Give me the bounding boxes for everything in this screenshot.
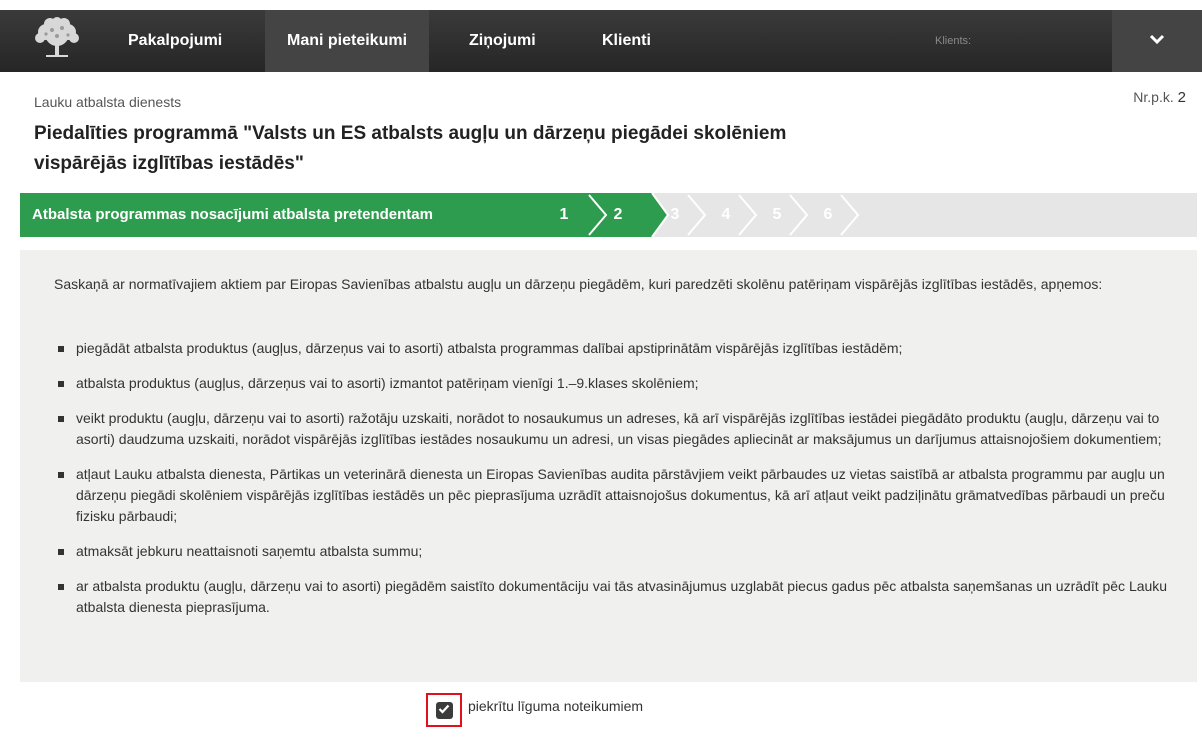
step-1[interactable]: 1 <box>554 193 574 237</box>
wizard-steps-bar: Atbalsta programmas nosacījumi atbalsta … <box>20 193 1197 237</box>
list-item: atļaut Lauku atbalsta dienesta, Pārtikas… <box>58 464 1168 527</box>
client-label: Klients: <box>935 35 972 47</box>
nav-item-pakalpojumi[interactable]: Pakalpojumi <box>106 10 244 72</box>
square-bullet-icon <box>58 416 64 422</box>
top-navbar: Pakalpojumi Mani pieteikumi Ziņojumi Kli… <box>0 0 1202 72</box>
list-item: atbalsta produktus (augļus, dārzeņus vai… <box>58 373 1168 394</box>
checkmark-icon <box>438 701 450 719</box>
oak-tree-logo-icon[interactable] <box>22 16 92 64</box>
agreement-row: piekrītu līguma noteikumiem <box>426 693 643 727</box>
step-2[interactable]: 2 <box>608 193 628 237</box>
square-bullet-icon <box>58 549 64 555</box>
agreement-checkbox-highlight[interactable] <box>426 693 462 727</box>
list-item-text: atmaksāt jebkuru neattaisnoti saņemtu at… <box>76 543 423 559</box>
client-dropdown-button[interactable] <box>1112 10 1202 72</box>
step-6[interactable]: 6 <box>818 193 838 237</box>
nav-item-klienti[interactable]: Klienti <box>580 10 673 72</box>
list-item-text: atbalsta produktus (augļus, dārzeņus vai… <box>76 375 699 391</box>
square-bullet-icon <box>58 381 64 387</box>
conditions-intro: Saskaņā ar normatīvajiem aktiem par Eiro… <box>54 276 1103 292</box>
list-item: veikt produktu (augļu, dārzeņu vai to as… <box>58 408 1168 450</box>
list-item: ar atbalsta produktu (augļu, dārzeņu vai… <box>58 576 1168 618</box>
page-title-line2: vispārējās izglītības iestādēs" <box>34 153 304 174</box>
square-bullet-icon <box>58 472 64 478</box>
page-title-line1: Piedalīties programmā "Valsts un ES atba… <box>34 123 787 144</box>
record-number-value: 2 <box>1177 89 1186 106</box>
conditions-panel: Saskaņā ar normatīvajiem aktiem par Eiro… <box>20 250 1197 682</box>
steps-title: Atbalsta programmas nosacījumi atbalsta … <box>32 206 433 223</box>
conditions-list: piegādāt atbalsta produktus (augļus, dār… <box>58 338 1168 632</box>
list-item-text: veikt produktu (augļu, dārzeņu vai to as… <box>76 410 1162 447</box>
record-number-label: Nr.p.k. <box>1133 89 1174 105</box>
page-title: Piedalīties programmā "Valsts un ES atba… <box>34 119 934 179</box>
service-name: Lauku atbalsta dienests <box>34 94 182 110</box>
chevron-down-icon <box>1149 32 1165 50</box>
list-item: atmaksāt jebkuru neattaisnoti saņemtu at… <box>58 541 1168 562</box>
list-item-text: piegādāt atbalsta produktus (augļus, dār… <box>76 340 903 356</box>
nav-item-mani-pieteikumi[interactable]: Mani pieteikumi <box>265 10 430 72</box>
list-item: piegādāt atbalsta produktus (augļus, dār… <box>58 338 1168 359</box>
agreement-label[interactable]: piekrītu līguma noteikumiem <box>468 698 643 714</box>
list-item-text: ar atbalsta produktu (augļu, dārzeņu vai… <box>76 578 1168 615</box>
nav-item-zinojumi[interactable]: Ziņojumi <box>447 10 558 72</box>
record-number: Nr.p.k. 2 <box>1133 89 1186 106</box>
square-bullet-icon <box>58 584 64 590</box>
square-bullet-icon <box>58 346 64 352</box>
step-5[interactable]: 5 <box>767 193 787 237</box>
list-item-text: atļaut Lauku atbalsta dienesta, Pārtikas… <box>76 466 1165 524</box>
agreement-checkbox[interactable] <box>435 701 453 719</box>
step-3[interactable]: 3 <box>665 193 685 237</box>
step-4[interactable]: 4 <box>716 193 736 237</box>
